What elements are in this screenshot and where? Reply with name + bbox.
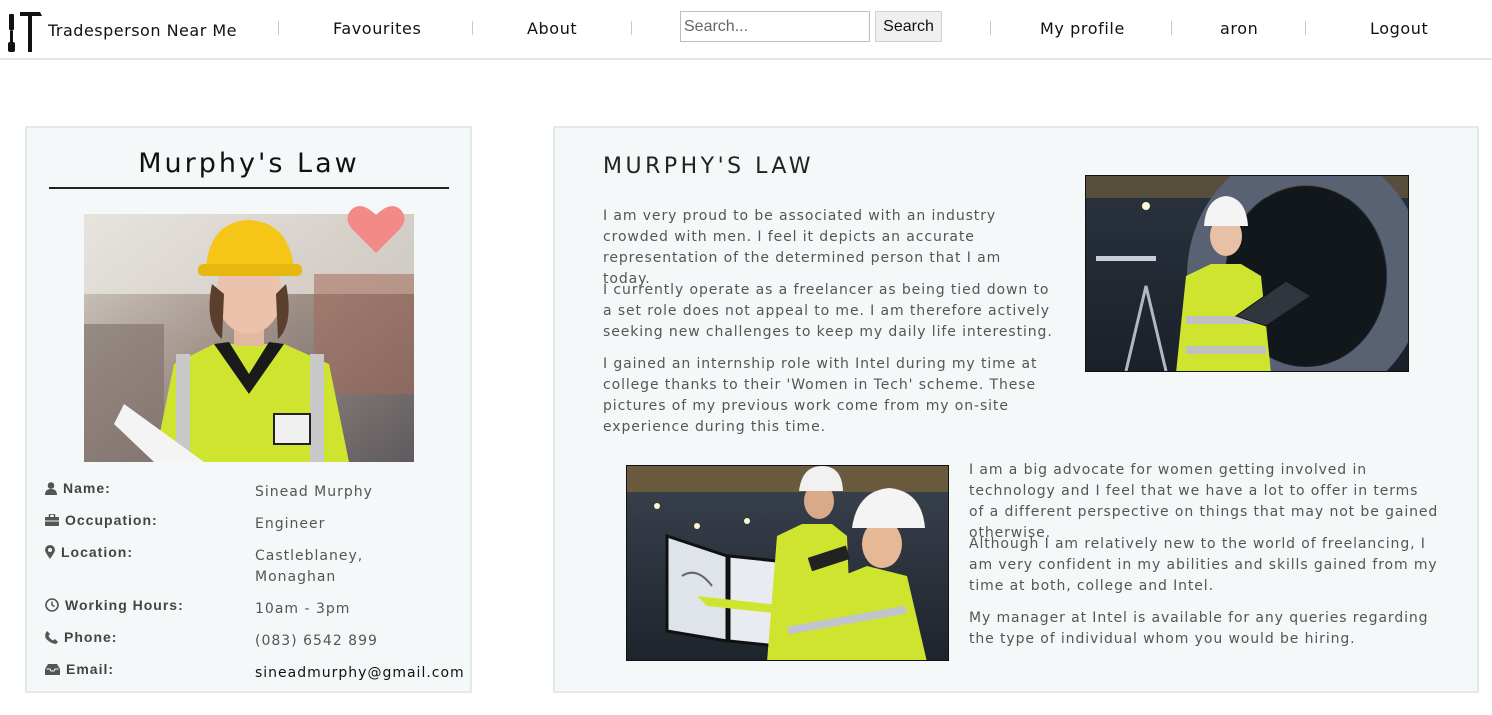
title-divider [49, 187, 449, 189]
briefcase-icon [45, 514, 59, 526]
occupation-value: Engineer [255, 516, 326, 532]
about-card: MURPHY'S LAW I am very proud to be assoc… [553, 126, 1479, 693]
occupation-label: Occupation: [65, 512, 158, 528]
nav-about-link[interactable]: About [527, 19, 577, 38]
engineers-at-monitors-image [626, 465, 949, 661]
location-label: Location: [61, 544, 133, 560]
name-label: Name: [63, 480, 111, 496]
phone-value: (083) 6542 899 [255, 633, 378, 649]
clock-icon [45, 598, 59, 612]
about-paragraph-2: I currently operate as a freelancer as b… [603, 282, 1053, 340]
favourite-heart-icon[interactable] [347, 204, 405, 254]
envelope-icon [45, 663, 60, 675]
map-marker-icon [45, 545, 55, 559]
nav-favourites-link[interactable]: Favourites [333, 19, 421, 38]
user-icon [45, 481, 57, 495]
working-hours-label: Working Hours: [65, 597, 184, 613]
about-title: MURPHY'S LAW [603, 154, 814, 179]
profile-title: Murphy's Law [138, 148, 360, 179]
brand-name: Tradesperson Near Me [48, 20, 237, 40]
nav-divider [1305, 21, 1306, 35]
nav-divider [631, 21, 632, 35]
nav-divider [1171, 21, 1172, 35]
about-paragraph-4: I am a big advocate for women getting in… [969, 462, 1439, 541]
location-value: Castleblaney, Monaghan [255, 548, 364, 585]
nav-divider [278, 21, 279, 35]
nav-my-profile-link[interactable]: My profile [1040, 19, 1125, 38]
worker-with-laptop-image [1085, 175, 1409, 372]
phone-label: Phone: [64, 629, 118, 645]
search-input[interactable] [680, 11, 870, 42]
phone-icon [45, 630, 58, 644]
nav-divider [990, 21, 991, 35]
name-value: Sinead Murphy [255, 484, 373, 500]
about-paragraph-1: I am very proud to be associated with an… [603, 208, 1002, 287]
navbar: Tradesperson Near Me Favourites About Se… [0, 0, 1492, 60]
working-hours-value: 10am - 3pm [255, 601, 351, 617]
nav-logout-link[interactable]: Logout [1370, 19, 1428, 38]
profile-card: Murphy's Law Name: Sinead Murphy Occupat… [25, 126, 472, 693]
about-paragraph-3: I gained an internship role with Intel d… [603, 356, 1038, 435]
email-link[interactable]: sineadmurphy@gmail.com [255, 665, 465, 681]
brand-link[interactable]: Tradesperson Near Me [6, 6, 237, 54]
nav-username-link[interactable]: aron [1220, 19, 1258, 38]
search-button[interactable]: Search [875, 11, 942, 42]
nav-divider [472, 21, 473, 35]
about-paragraph-6: My manager at Intel is available for any… [969, 610, 1429, 647]
email-label: Email: [66, 661, 115, 677]
about-paragraph-5: Although I am relatively new to the worl… [969, 536, 1438, 594]
tools-logo-icon [8, 12, 42, 52]
